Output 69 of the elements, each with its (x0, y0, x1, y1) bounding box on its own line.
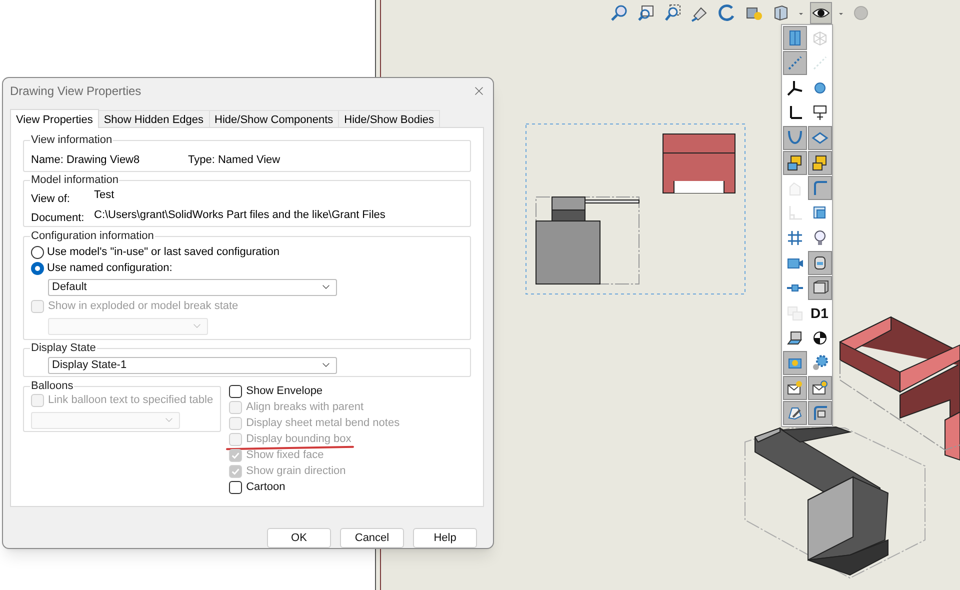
checkbox-label: Align breaks with parent (246, 400, 364, 415)
field-value: C:\Users\grant\SolidWorks Part files and the like\Grant Files (94, 208, 386, 223)
plane-icon-button[interactable] (808, 126, 832, 150)
window-title: Drawing View Properties (10, 82, 142, 100)
checkbox-label: Show grain direction (246, 464, 346, 479)
checkbox-label: Display bounding box (246, 432, 352, 447)
box-icon (772, 4, 790, 22)
cube-icon (786, 154, 804, 172)
checkbox-label: Cartoon (246, 480, 286, 495)
dashed-line-icon (810, 54, 828, 72)
radio-label: Use model's "in-use" or last saved configuration (47, 245, 280, 260)
dialog-button[interactable]: Cancel (340, 528, 404, 548)
dropdown[interactable]: Default (48, 278, 337, 296)
checkbox-label: Show Envelope (246, 384, 323, 399)
curve-icon (786, 129, 804, 147)
dashed-line-icon (786, 54, 804, 72)
group-heading: Display State (30, 341, 97, 356)
tab[interactable]: Show Hidden Edges (98, 110, 210, 127)
tab[interactable]: Hide/Show Bodies (339, 110, 440, 127)
dropdown[interactable]: Display State-1 (48, 356, 337, 374)
checkbox-label: Display sheet metal bend notes (246, 416, 400, 431)
rotate-icon (718, 4, 736, 22)
box-icon-button[interactable] (808, 276, 832, 300)
tab[interactable]: Hide/Show Components (210, 110, 340, 127)
envelope-icon (810, 379, 828, 397)
radio-button[interactable] (31, 262, 44, 275)
view-type-text: Type: Named View (188, 152, 280, 168)
pencil-icon-button[interactable] (783, 401, 807, 425)
dialog-button[interactable]: Help (413, 528, 477, 548)
corner-icon-button[interactable] (808, 401, 832, 425)
checkbox-label: Link balloon text to specified table (48, 393, 214, 408)
cylinder-icon-button[interactable] (808, 251, 832, 275)
cube-icon-button[interactable] (808, 151, 832, 175)
view-name-text: Name: Drawing View8 (31, 152, 141, 168)
field-label: View of: (31, 192, 71, 206)
note-icon (810, 104, 828, 122)
radio-label: Use named configuration: (47, 261, 172, 276)
eye-icon-button[interactable] (810, 2, 832, 24)
group-heading: Configuration information (30, 229, 155, 244)
dialog-button[interactable]: OK (267, 528, 331, 548)
zoom-area-icon (664, 4, 682, 22)
laptop-icon (786, 329, 804, 347)
zoom-icon (610, 4, 628, 22)
axes-icon (786, 79, 804, 97)
checkbox[interactable] (229, 480, 242, 494)
cube-icon (810, 154, 828, 172)
field-label: Document: (31, 211, 86, 226)
target-icon (810, 329, 828, 347)
envelope-icon-button[interactable] (808, 376, 832, 400)
zoom-fit-icon (637, 4, 655, 22)
corner-icon-button[interactable] (808, 176, 832, 200)
checkbox-label: Show fixed face (246, 448, 324, 463)
stack-icon (786, 304, 804, 322)
sphere-icon (852, 4, 870, 22)
gear-icon (810, 354, 828, 372)
toolbar-text-button[interactable]: D1 (808, 301, 832, 325)
field-value: Test (94, 188, 114, 202)
group-heading: Balloons (30, 379, 74, 394)
mesh-icon (810, 29, 828, 47)
group-heading: View information (30, 133, 114, 148)
checkbox-label: Show in exploded or model break state (48, 299, 238, 314)
tab[interactable]: View Properties (10, 109, 99, 128)
envelope-icon-button[interactable] (783, 376, 807, 400)
radio-button[interactable] (31, 246, 44, 259)
envelope-icon (786, 379, 804, 397)
cube-icon-button[interactable] (783, 151, 807, 175)
group-heading: Model information (30, 173, 120, 188)
checkbox[interactable] (229, 384, 242, 398)
grid-icon (786, 229, 804, 247)
